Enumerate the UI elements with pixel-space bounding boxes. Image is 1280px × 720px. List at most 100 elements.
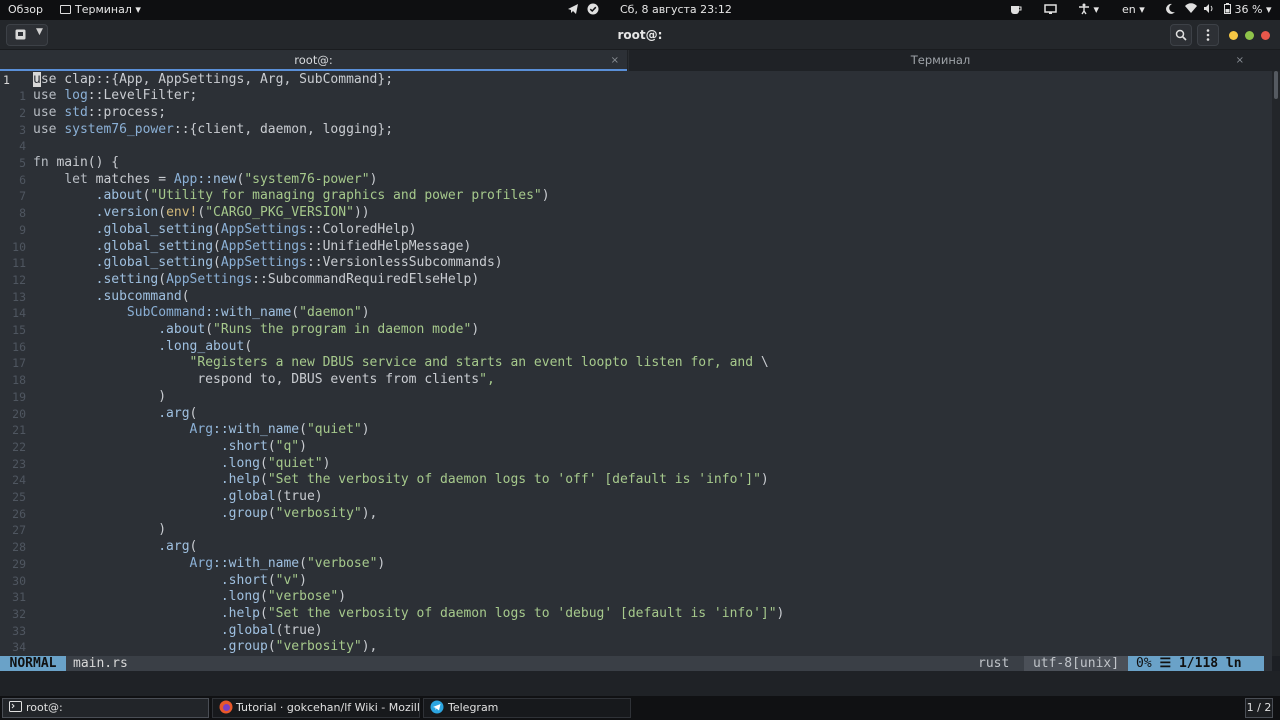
code-line[interactable]: 8 .version(env!("CARGO_PKG_VERSION")) (0, 205, 1272, 222)
code-text: .short("q") (220, 438, 307, 454)
code-line[interactable]: 1 use clap::{App, AppSettings, Arg, SubCo… (0, 71, 1272, 89)
code-line[interactable]: 18 respond to, DBUS events from clients"… (0, 372, 1272, 389)
line-number: 10 (12, 239, 26, 254)
code-text: .arg( (158, 405, 198, 421)
line-number: 7 (19, 189, 26, 204)
scrollbar[interactable] (1272, 71, 1280, 656)
code-line[interactable]: 17 "Registers a new DBUS service and sta… (0, 355, 1272, 372)
coffee-cup-icon[interactable] (1010, 0, 1023, 20)
code-line[interactable]: 1 use log::LevelFilter; (0, 88, 1272, 105)
code-line[interactable]: 2 use std::process; (0, 105, 1272, 122)
code-line[interactable]: 11 .global_setting(AppSettings::Versionl… (0, 255, 1272, 272)
code-line[interactable]: 32 .help("Set the verbosity of daemon lo… (0, 606, 1272, 623)
check-circle-icon[interactable] (587, 0, 599, 20)
code-line[interactable]: 22 .short("q") (0, 439, 1272, 456)
clock-datetime[interactable]: Сб, 8 августа 23:12 (620, 0, 732, 20)
workspace-indicator[interactable]: 1 / 2 (1245, 698, 1273, 718)
code-line[interactable]: 19 ) (0, 389, 1272, 406)
tab-root[interactable]: root@: × (0, 50, 627, 71)
code-text: let matches = App::new("system76-power") (64, 171, 378, 187)
firefox-icon (219, 700, 233, 714)
battery-icon (1224, 3, 1231, 14)
telegram-tray-icon[interactable] (567, 0, 579, 20)
code-line[interactable]: 30 .short("v") (0, 573, 1272, 590)
code-line[interactable]: 14 SubCommand::with_name("daemon") (0, 305, 1272, 322)
code-text: ) (33, 388, 167, 404)
code-line[interactable]: 21 Arg::with_name("quiet") (0, 422, 1272, 439)
code-line[interactable]: 13 .subcommand( (0, 289, 1272, 306)
close-icon[interactable]: × (1236, 50, 1244, 71)
code-line[interactable]: 3 use system76_power::{client, daemon, lo… (0, 122, 1272, 139)
app-menu-label: Терминал (75, 3, 132, 16)
code-line[interactable]: 12 .setting(AppSettings::SubcommandRequi… (0, 272, 1272, 289)
code-line[interactable]: 34 .group("verbosity"), (0, 639, 1272, 656)
code-text: .about("Runs the program in daemon mode"… (158, 322, 480, 337)
code-line[interactable]: 9 .global_setting(AppSettings::ColoredHe… (0, 222, 1272, 239)
code-line[interactable]: 31 .long("verbose") (0, 589, 1272, 606)
code-text: use system76_power::{client, daemon, log… (33, 121, 394, 137)
code-line[interactable]: 29 Arg::with_name("verbose") (0, 556, 1272, 573)
code-line[interactable]: 24 .help("Set the verbosity of daemon lo… (0, 472, 1272, 489)
code-line[interactable]: 28 .arg( (0, 539, 1272, 556)
file-name: main.rs (66, 656, 1024, 671)
display-icon[interactable] (1044, 0, 1057, 20)
wifi-icon (1185, 0, 1197, 20)
line-number: 6 (19, 172, 26, 187)
tab-label: Терминал (910, 53, 971, 67)
code-line[interactable]: 6 let matches = App::new("system76-power… (0, 172, 1272, 189)
taskbar-item-label: Tutorial · gokcehan/lf Wiki - Mozill... (236, 701, 420, 714)
line-number: 9 (19, 222, 26, 237)
line-number: 12 (12, 272, 26, 287)
code-line[interactable]: 10 .global_setting(AppSettings::UnifiedH… (0, 239, 1272, 256)
vim-command-line[interactable] (0, 671, 1280, 696)
taskbar-item-telegram[interactable]: Telegram (423, 698, 631, 718)
code-line[interactable]: 33 .global(true) (0, 623, 1272, 640)
search-button[interactable] (1170, 24, 1192, 46)
code-line[interactable]: 20 .arg( (0, 406, 1272, 423)
activities-button[interactable]: Обзор (8, 0, 43, 20)
window-title: root@: (617, 28, 663, 42)
code-text: .short("v") (220, 572, 307, 588)
code-text: .group("verbosity"), (220, 639, 378, 655)
vim-editor[interactable]: 1 use clap::{App, AppSettings, Arg, SubCo… (0, 71, 1272, 656)
chevron-down-icon[interactable]: ▼ (36, 27, 43, 37)
code-text: .global(true) (220, 622, 323, 638)
code-line[interactable]: 15 .about("Runs the program in daemon mo… (0, 322, 1272, 339)
tab-terminal[interactable]: Терминал × (628, 50, 1252, 71)
code-line[interactable]: 4 (0, 138, 1272, 155)
minimize-button[interactable] (1229, 31, 1238, 40)
code-text: use std::process; (33, 104, 167, 120)
tab-bar: root@: × Терминал × (0, 50, 1280, 71)
accessibility-icon[interactable]: ▾ (1078, 0, 1099, 20)
line-number: 17 (12, 356, 26, 371)
file-encoding: utf-8[unix] (1024, 656, 1128, 671)
close-icon[interactable]: × (611, 50, 619, 71)
app-menu-button[interactable]: Терминал ▾ (60, 0, 141, 20)
code-line[interactable]: 27 ) (0, 522, 1272, 539)
line-number: 25 (12, 490, 26, 504)
taskbar-item-firefox[interactable]: Tutorial · gokcehan/lf Wiki - Mozill... (212, 698, 420, 718)
scrollbar-thumb[interactable] (1274, 71, 1278, 99)
code-line[interactable]: 23 .long("quiet") (0, 456, 1272, 473)
tab-label: root@: (294, 53, 333, 67)
code-text: .global(true) (220, 489, 323, 504)
chevron-down-icon: ▾ (135, 3, 141, 16)
code-line[interactable]: 7 .about("Utility for managing graphics … (0, 188, 1272, 205)
code-line[interactable]: 25 .global(true) (0, 489, 1272, 506)
code-line[interactable]: 16 .long_about( (0, 339, 1272, 356)
menu-button[interactable] (1197, 24, 1219, 46)
code-text: .version(env!("CARGO_PKG_VERSION")) (95, 205, 370, 221)
code-text: .long("quiet") (220, 455, 331, 471)
code-text: .group("verbosity"), (220, 505, 378, 521)
keyboard-layout-indicator[interactable]: en ▾ (1122, 0, 1145, 20)
battery-indicator[interactable]: 36 % ▾ (1224, 0, 1271, 20)
code-text: .subcommand( (95, 288, 190, 304)
new-tab-button[interactable]: ▼ (6, 24, 48, 46)
code-line[interactable]: 26 .group("verbosity"), (0, 506, 1272, 523)
maximize-button[interactable] (1245, 31, 1254, 40)
code-text: use log::LevelFilter; (33, 88, 198, 104)
code-text: SubCommand::with_name("daemon") (126, 305, 370, 321)
code-line[interactable]: 5 fn main() { (0, 155, 1272, 172)
close-button[interactable] (1261, 31, 1270, 40)
taskbar-item-terminal[interactable]: root@: (2, 698, 209, 718)
